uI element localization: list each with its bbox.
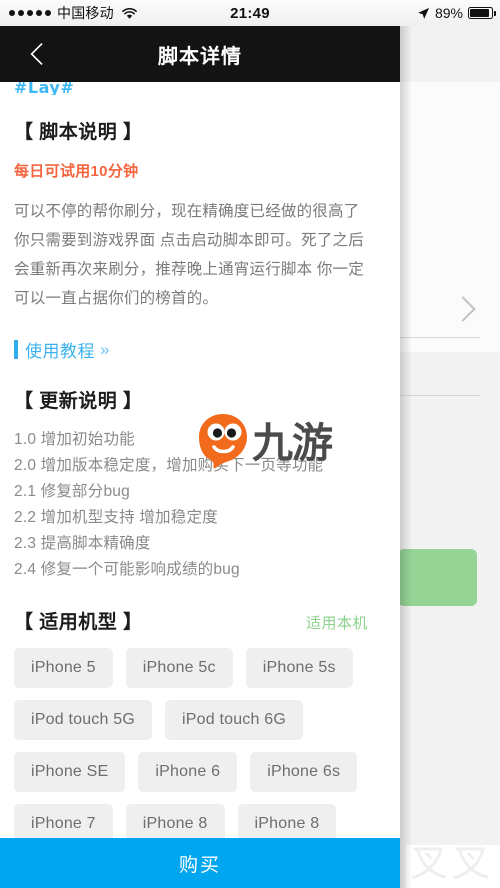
device-compatible-badge: 适用本机 (305, 615, 368, 632)
page-title: 脚本详情 (158, 45, 242, 68)
model-chip: iPhone 7 (14, 804, 113, 838)
back-button[interactable] (20, 37, 54, 71)
model-chip: iPod touch 5G (14, 700, 152, 740)
clipped-tag-text: #Lay# (14, 82, 75, 95)
status-bar-right: 89% (417, 5, 496, 21)
location-arrow-icon (417, 7, 430, 20)
model-chip: iPhone 6s (250, 752, 358, 792)
background-green-button[interactable] (398, 549, 477, 606)
background-divider (398, 337, 480, 338)
usage-tutorial-label: 使用教程 (25, 342, 95, 361)
model-chip: iPhone 8 (125, 804, 225, 838)
usage-tutorial-link[interactable]: 使用教程 » (14, 337, 109, 362)
description-line: 你只需要到游戏界面 点击启动脚本即可。死了之后 (14, 232, 364, 249)
battery-icon (468, 7, 496, 19)
buy-button-label: 购买 (178, 854, 221, 876)
model-chip: iPhone 5c (125, 648, 233, 688)
model-chip: iPod touch 6G (165, 700, 303, 740)
navigation-bar: 脚本详情 (0, 26, 400, 82)
update-note-item: 2.1 修复部分bug (14, 483, 130, 500)
update-note-item: 2.3 提高脚本精确度 (14, 535, 151, 552)
detail-scroll-area[interactable]: #Lay# 【 脚本说明 】 每日可试用10分钟 可以不停的帮你刷分，现在精确度… (0, 82, 400, 838)
update-note-item: 2.0 增加版本稳定度，增加购买下一页等功能 (14, 457, 324, 474)
script-description-text: 可以不停的帮你刷分，现在精确度已经做的很高了 你只需要到游戏界面 点击启动脚本即… (14, 197, 386, 313)
trial-duration-note: 每日可试用10分钟 (14, 163, 139, 180)
description-line: 可以一直占据你们的榜首的。 (14, 290, 219, 307)
supported-models-header: 【 适用机型 】 适用本机 (14, 607, 386, 634)
battery-percent-label: 89% (434, 5, 463, 21)
update-note-item: 2.4 修复一个可能影响成绩的bug (14, 561, 240, 578)
app-screen: 叉叉 中国移动 21:49 89% 脚本详情 #Lay# 【 脚本说明 】 每日… (0, 0, 500, 888)
description-line: 会重新再次来刷分，推荐晚上通宵运行脚本 你一定 (14, 261, 364, 278)
model-chip: iPhone SE (14, 752, 126, 792)
background-divider (398, 395, 480, 396)
section-title-script-description: 【 脚本说明 】 (14, 122, 143, 143)
description-line: 可以不停的帮你刷分，现在精确度已经做的很高了 (14, 203, 360, 220)
model-chip: iPhone 5s (245, 648, 353, 688)
update-note-item: 1.0 增加初始功能 (14, 431, 135, 448)
status-bar: 中国移动 21:49 89% (0, 0, 500, 26)
supported-models-chip-list: iPhone 5 iPhone 5c iPhone 5s iPod touch … (14, 648, 386, 838)
model-chip: iPhone 5 (14, 648, 113, 688)
script-detail-panel: 脚本详情 #Lay# 【 脚本说明 】 每日可试用10分钟 可以不停的帮你刷分，… (0, 26, 412, 888)
section-title-update-notes: 【 更新说明 】 (14, 391, 143, 412)
corner-watermark: 叉叉 (409, 841, 494, 885)
model-chip: iPhone 6 (138, 752, 238, 792)
accent-bar-icon (14, 340, 18, 359)
model-chip: iPhone 8 (237, 804, 337, 838)
buy-button[interactable]: 购买 (0, 838, 400, 888)
section-title-supported-models: 【 适用机型 】 (14, 612, 143, 633)
double-chevron-right-icon: » (100, 339, 110, 359)
update-notes-list: 1.0 增加初始功能 2.0 增加版本稳定度，增加购买下一页等功能 2.1 修复… (14, 427, 386, 583)
update-note-item: 2.2 增加机型支持 增加稳定度 (14, 509, 218, 526)
chevron-left-icon (30, 42, 43, 66)
